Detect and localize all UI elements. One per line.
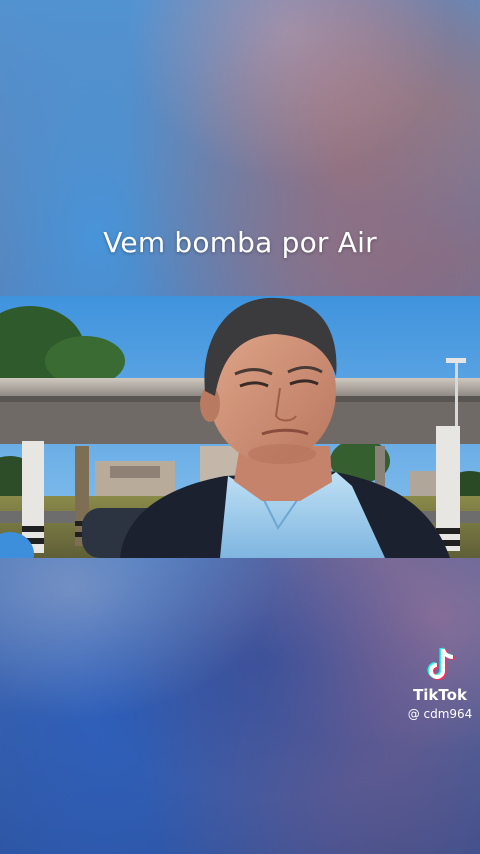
video-content[interactable] xyxy=(0,296,480,558)
video-still xyxy=(0,296,480,558)
overlay-caption: Vem bomba por Air xyxy=(103,226,377,259)
tiktok-logo-icon xyxy=(427,647,455,680)
tiktok-brand-label: TikTok xyxy=(413,686,467,704)
tiktok-username: @ cdm964 xyxy=(407,707,473,721)
video-frame[interactable]: Vem bomba por Air TikTok @ cdm964 xyxy=(0,0,480,854)
tiktok-watermark: TikTok @ cdm964 xyxy=(400,646,480,722)
